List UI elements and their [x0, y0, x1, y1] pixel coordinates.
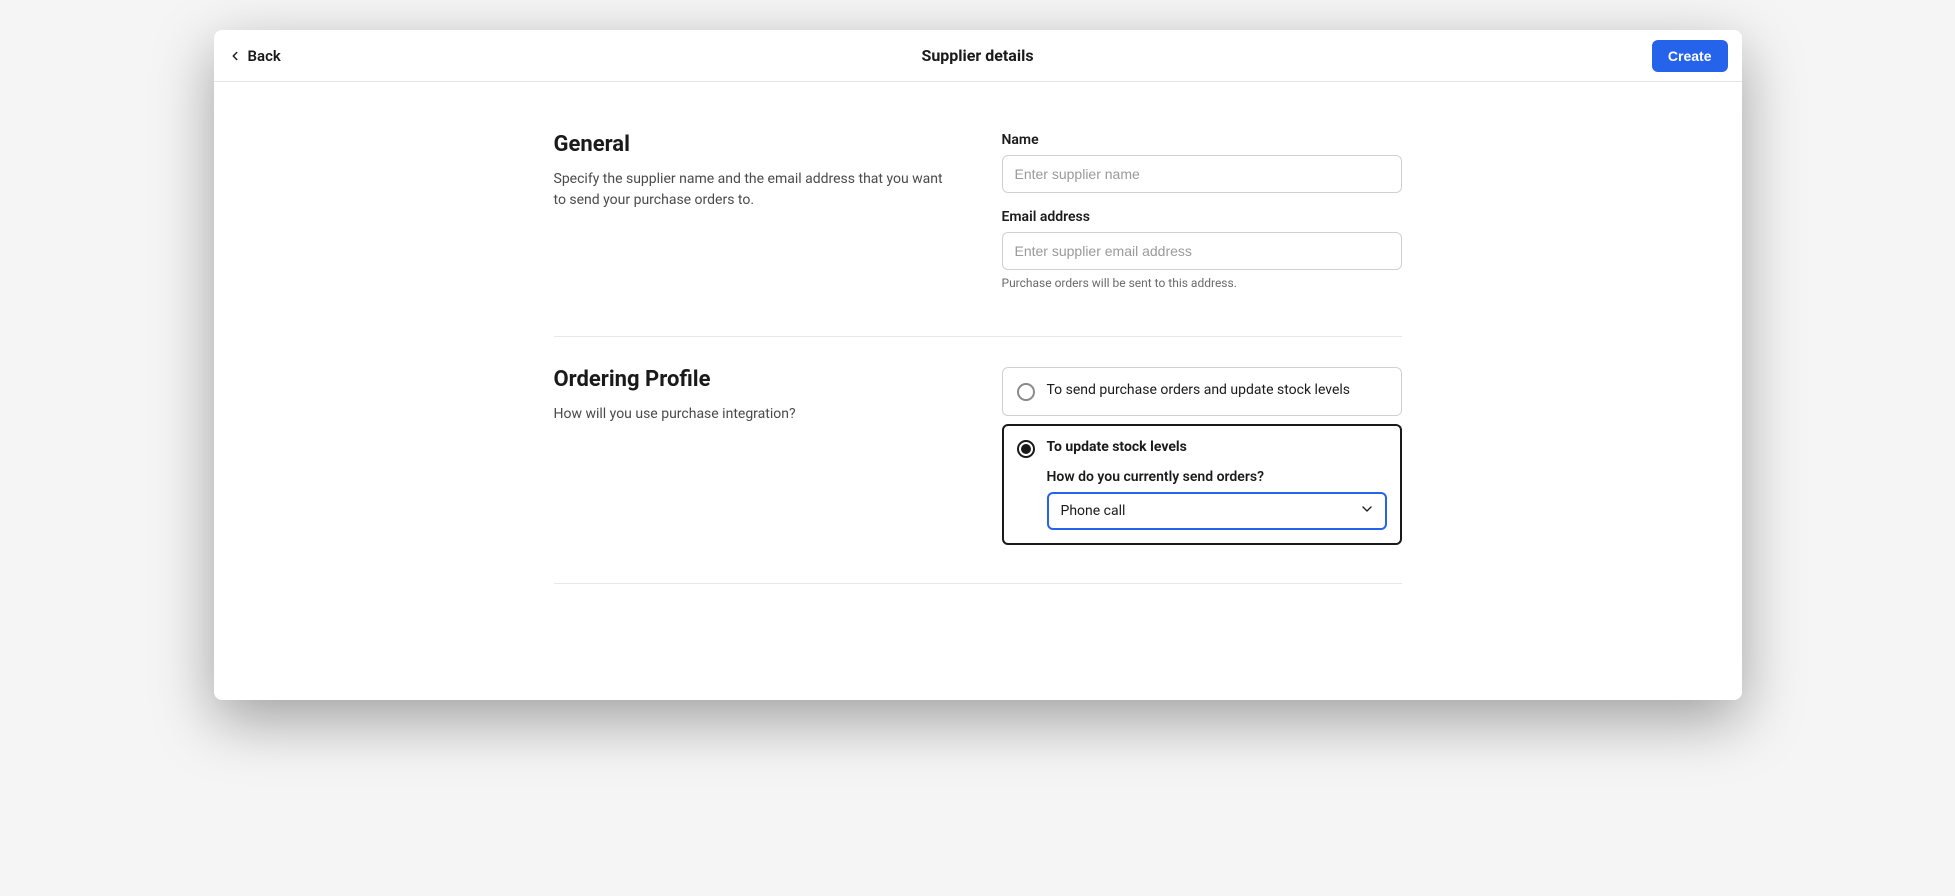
radio-body: To send purchase orders and update stock… [1047, 382, 1387, 398]
page-title: Supplier details [921, 46, 1033, 65]
ordering-profile-section: Ordering Profile How will you use purcha… [554, 367, 1402, 584]
send-method-select[interactable]: Phone call [1047, 492, 1387, 530]
supplier-details-window: Back Supplier details Create General Spe… [214, 30, 1742, 700]
back-button[interactable]: Back [228, 47, 281, 65]
send-method-value: Phone call [1061, 503, 1126, 519]
radio-icon [1017, 383, 1035, 401]
general-description: Specify the supplier name and the email … [554, 169, 954, 211]
send-method-field: How do you currently send orders? Phone … [1047, 469, 1387, 530]
radio-label-send: To send purchase orders and update stock… [1047, 382, 1387, 398]
send-method-label: How do you currently send orders? [1047, 469, 1387, 485]
header-bar: Back Supplier details Create [214, 30, 1742, 82]
send-method-select-wrap: Phone call [1047, 492, 1387, 530]
radio-option-update-stock[interactable]: To update stock levels How do you curren… [1002, 424, 1402, 545]
radio-icon [1017, 440, 1035, 458]
ordering-title: Ordering Profile [554, 367, 954, 392]
general-title: General [554, 132, 954, 157]
email-hint: Purchase orders will be sent to this add… [1002, 276, 1402, 290]
general-section: General Specify the supplier name and th… [554, 132, 1402, 337]
email-label: Email address [1002, 209, 1402, 225]
general-fields: Name Email address Purchase orders will … [1002, 132, 1402, 306]
email-field: Email address Purchase orders will be se… [1002, 209, 1402, 290]
content-area: General Specify the supplier name and th… [214, 82, 1742, 700]
create-button[interactable]: Create [1652, 40, 1728, 72]
chevron-left-icon [228, 49, 242, 63]
back-label: Back [248, 47, 281, 65]
name-label: Name [1002, 132, 1402, 148]
radio-body: To update stock levels How do you curren… [1047, 439, 1387, 530]
ordering-options: To send purchase orders and update stock… [1002, 367, 1402, 553]
ordering-description: How will you use purchase integration? [554, 404, 954, 425]
ordering-section-header: Ordering Profile How will you use purcha… [554, 367, 954, 553]
email-input[interactable] [1002, 232, 1402, 270]
general-section-header: General Specify the supplier name and th… [554, 132, 954, 306]
radio-label-update: To update stock levels [1047, 439, 1387, 455]
radio-option-send-orders[interactable]: To send purchase orders and update stock… [1002, 367, 1402, 416]
name-input[interactable] [1002, 155, 1402, 193]
name-field: Name [1002, 132, 1402, 193]
